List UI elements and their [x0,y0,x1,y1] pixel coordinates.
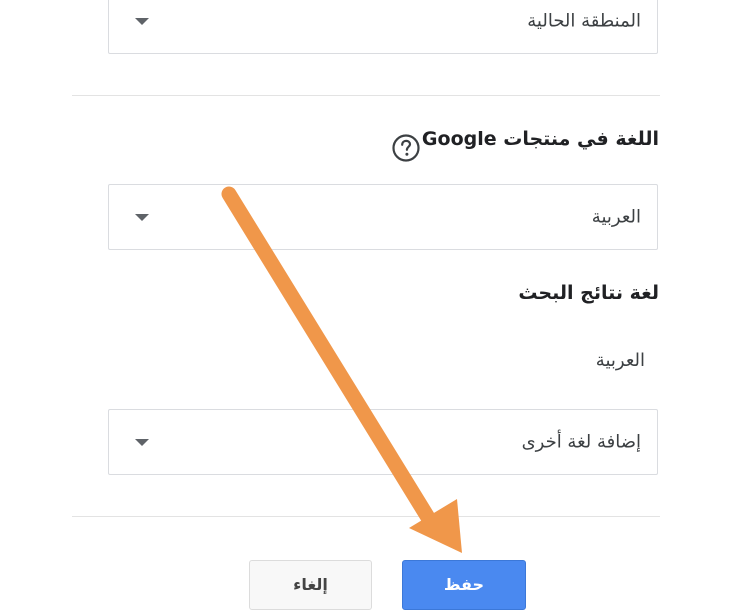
annotation-arrow-head [409,499,462,553]
google-language-select[interactable]: العربية [108,184,658,250]
chevron-down-icon [135,439,149,446]
search-results-current-language: العربية [595,350,645,371]
language-settings-panel: المنطقة الحالية اللغة في منتجات Google ا… [0,0,741,613]
cancel-button[interactable]: إلغاء [249,560,372,610]
google-brand-text: Google [421,128,497,150]
google-language-select-value: العربية [591,206,641,228]
google-language-heading: اللغة في منتجات Google [422,128,659,150]
section-divider [72,95,660,96]
region-select[interactable]: المنطقة الحالية [108,0,658,54]
region-select-value: المنطقة الحالية [527,10,641,32]
section-divider [72,516,660,517]
save-button[interactable]: حفظ [402,560,526,610]
search-results-language-heading: لغة نتائج البحث [518,282,659,304]
annotation-arrow [221,186,462,553]
add-language-select-value: إضافة لغة أخرى [521,431,641,453]
chevron-down-icon [135,214,149,221]
google-language-heading-text: اللغة في منتجات [503,128,659,150]
chevron-down-icon [135,18,149,25]
add-language-select[interactable]: إضافة لغة أخرى [108,409,658,475]
question-circle-icon[interactable] [391,133,421,163]
